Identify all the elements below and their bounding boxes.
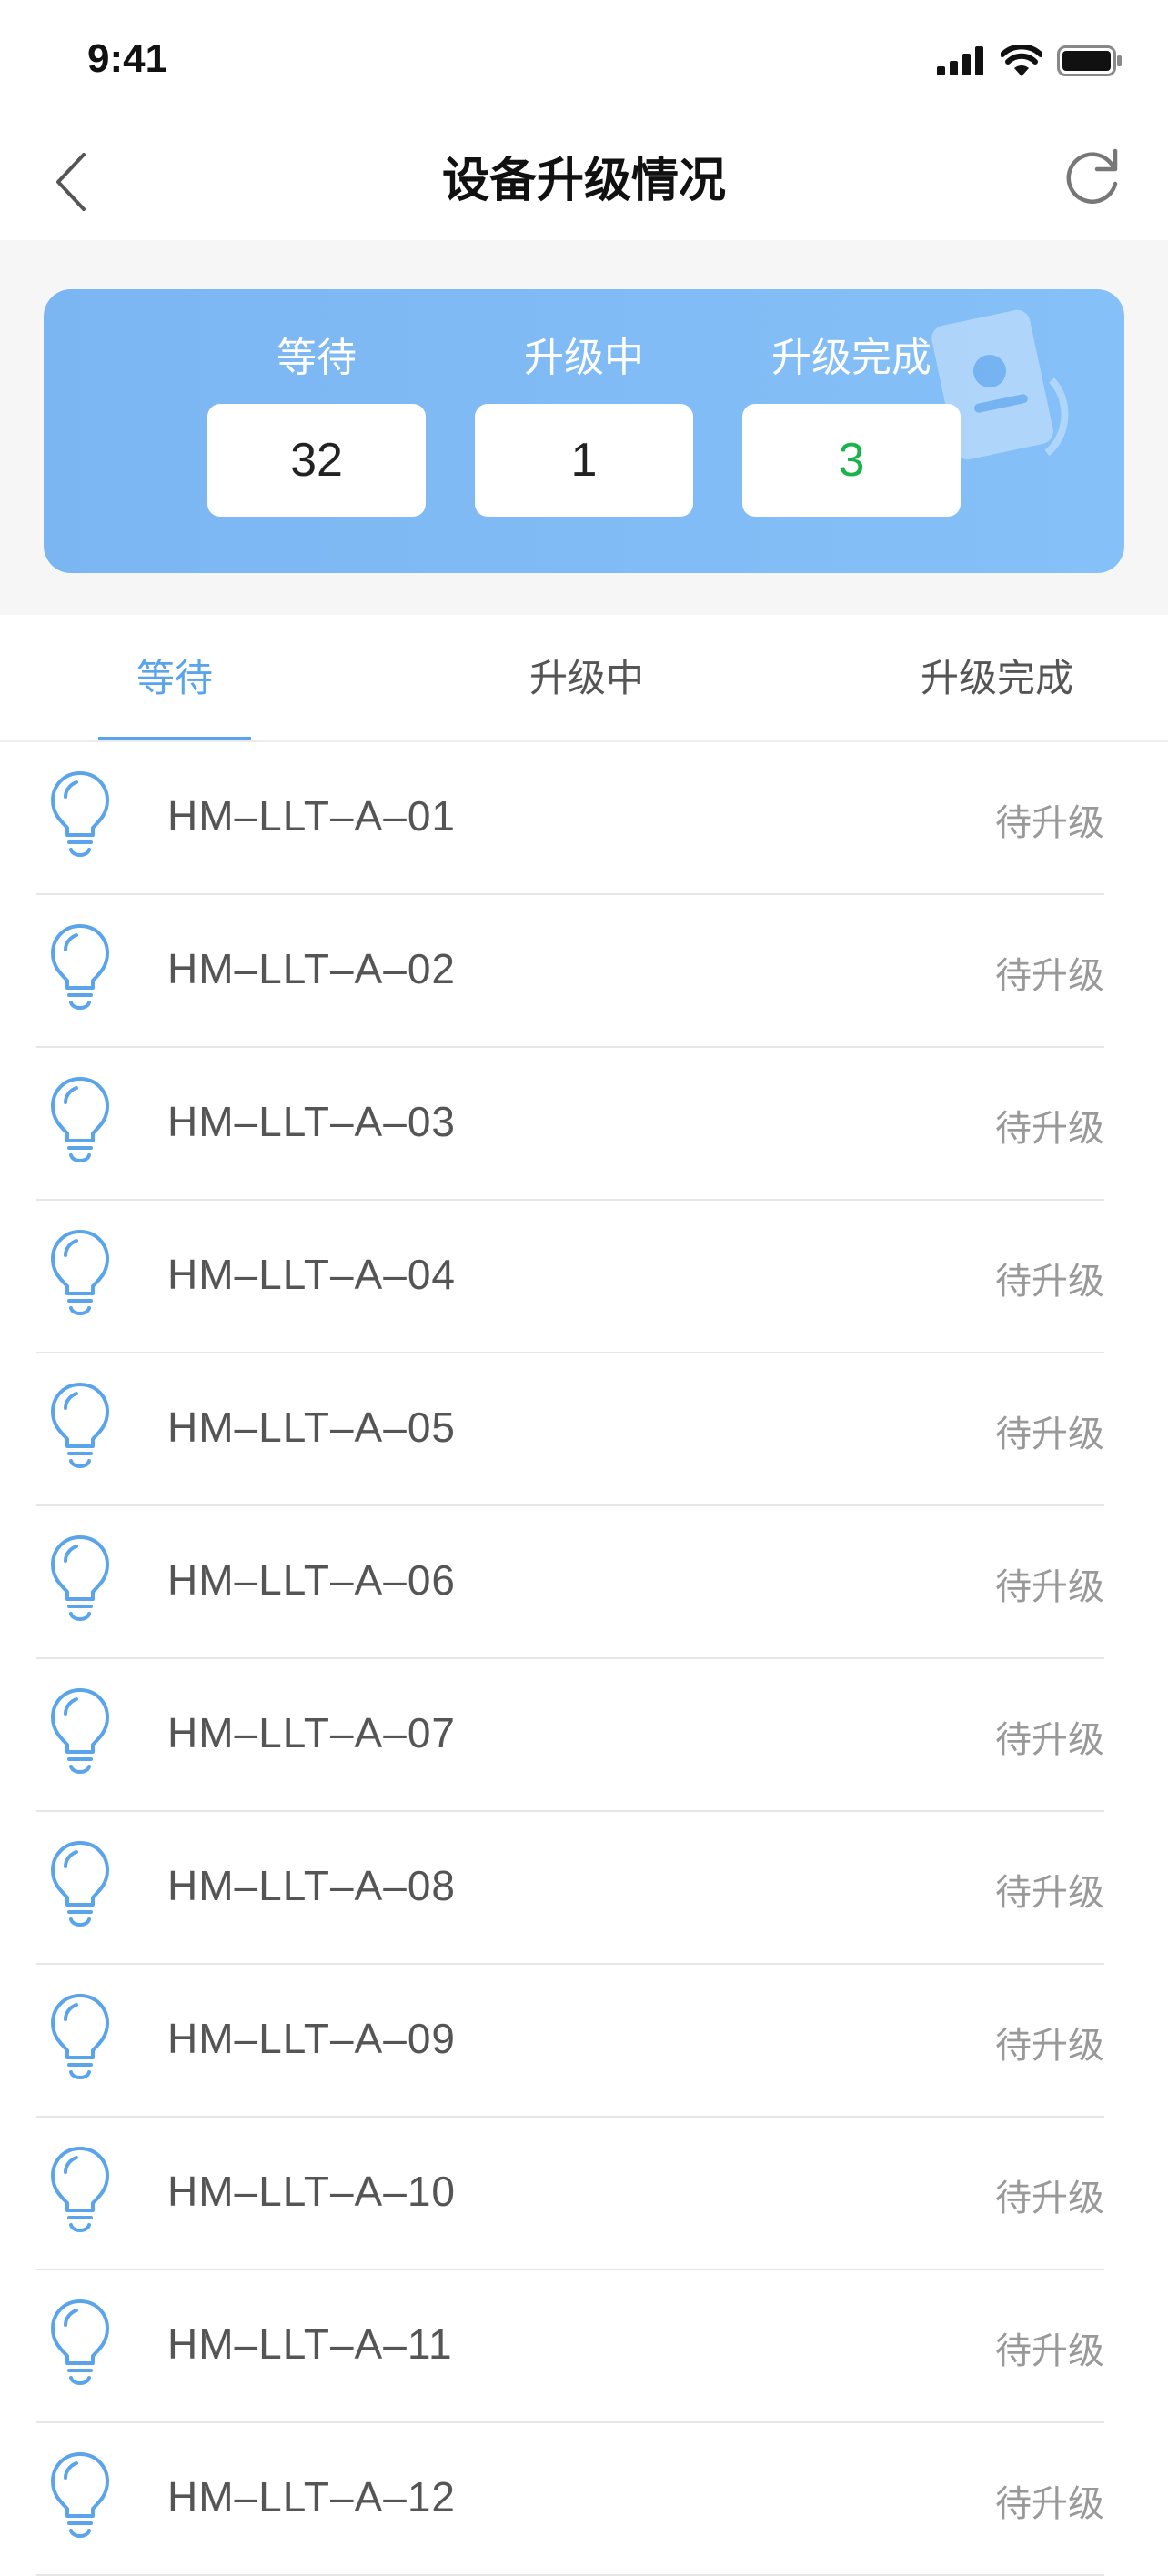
active-tab-indicator [98,737,251,740]
device-list: HM–LLT–A–01 待升级 HM–LLT–A–02 待升级 HM–LLT–A–03 待… [0,742,1168,2576]
lightbulb-icon [49,1381,111,1472]
device-status: 待升级 [995,1108,1104,1150]
list-item[interactable]: HM–LLT–A–08 待升级 [0,1812,1168,1965]
device-name: HM–LLT–A–09 [167,2015,456,2062]
summary-waiting: 等待 32 [207,289,426,517]
list-item[interactable]: HM–LLT–A–05 待升级 [0,1353,1168,1506]
device-name: HM–LLT–A–01 [167,792,456,840]
tab-upgrading[interactable]: 升级中 [529,651,644,706]
lightbulb-icon [49,1228,111,1319]
summary-card: 等待 32 升级中 1 升级完成 3 [44,289,1124,573]
summary-completed: 升级完成 3 [742,289,961,517]
wifi-icon [1001,45,1042,76]
list-item[interactable]: HM–LLT–A–02 待升级 [0,895,1168,1048]
list-item[interactable]: HM–LLT–A–04 待升级 [0,1201,1168,1353]
status-bar: 9:41 [0,0,1168,120]
lightbulb-icon [49,1686,111,1777]
lightbulb-icon [49,922,111,1013]
device-name: HM–LLT–A–10 [167,2168,456,2215]
lightbulb-icon [49,1992,111,2083]
lightbulb-icon [49,2145,111,2236]
device-name: HM–LLT–A–05 [167,1404,456,1451]
nav-bar: 设备升级情况 [0,120,1168,240]
list-item[interactable]: HM–LLT–A–06 待升级 [0,1506,1168,1659]
device-name: HM–LLT–A–07 [167,1709,456,1756]
device-status: 待升级 [995,955,1104,997]
device-status: 待升级 [995,802,1104,844]
device-status: 待升级 [995,2178,1104,2219]
summary-upgrading-label: 升级中 [524,335,644,381]
lightbulb-icon [49,2298,111,2389]
signal-icon [937,46,983,75]
device-status: 待升级 [995,1719,1104,1761]
summary-upgrading-count: 1 [475,404,693,517]
tab-waiting[interactable]: 等待 [136,651,213,706]
summary-completed-count: 3 [742,404,961,517]
tab-bar: 等待 升级中 升级完成 [0,615,1168,742]
list-item[interactable]: HM–LLT–A–07 待升级 [0,1659,1168,1812]
list-item[interactable]: HM–LLT–A–01 待升级 [0,742,1168,895]
lightbulb-icon [49,1075,111,1166]
summary-waiting-count: 32 [207,404,426,517]
device-name: HM–LLT–A–03 [167,1098,456,1145]
device-name: HM–LLT–A–02 [167,945,456,992]
device-name: HM–LLT–A–06 [167,1556,456,1604]
device-name: HM–LLT–A–12 [167,2473,456,2521]
list-item[interactable]: HM–LLT–A–12 待升级 [0,2423,1168,2576]
battery-icon [1057,45,1122,76]
device-status: 待升级 [995,1872,1104,1914]
refresh-icon[interactable] [1061,144,1124,207]
status-icons [937,45,1123,76]
device-status: 待升级 [995,1566,1104,1608]
summary-section: 等待 32 升级中 1 升级完成 3 [0,240,1168,615]
lightbulb-icon [49,2450,111,2541]
device-status: 待升级 [995,2330,1104,2372]
device-status: 待升级 [995,2483,1104,2525]
page-title: 设备升级情况 [441,154,726,208]
list-item[interactable]: HM–LLT–A–11 待升级 [0,2270,1168,2423]
tab-completed[interactable]: 升级完成 [921,651,1073,706]
device-name: HM–LLT–A–04 [167,1251,456,1298]
lightbulb-icon [49,770,111,860]
status-time: 9:41 [87,36,168,81]
summary-completed-label: 升级完成 [771,335,931,381]
device-name: HM–LLT–A–11 [167,2320,453,2368]
device-name: HM–LLT–A–08 [167,1862,456,1909]
lightbulb-icon [49,1839,111,1930]
summary-upgrading: 升级中 1 [475,289,693,517]
summary-waiting-label: 等待 [277,335,357,381]
list-item[interactable]: HM–LLT–A–10 待升级 [0,2118,1168,2270]
device-status: 待升级 [995,1414,1104,1455]
list-item[interactable]: HM–LLT–A–03 待升级 [0,1048,1168,1201]
list-item[interactable]: HM–LLT–A–09 待升级 [0,1965,1168,2118]
device-status: 待升级 [995,1261,1104,1303]
lightbulb-icon [49,1534,111,1625]
device-status: 待升级 [995,2025,1104,2067]
